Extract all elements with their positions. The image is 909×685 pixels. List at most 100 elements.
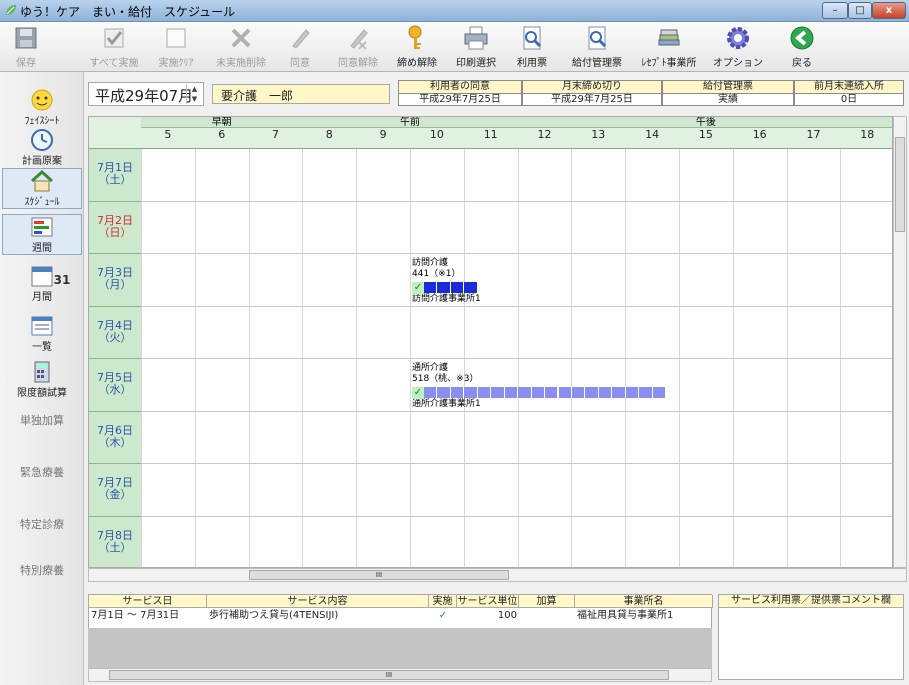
service-block[interactable]: 訪問介護 441（※1） ✓ 訪問介護事業所1	[412, 258, 481, 305]
service-slot	[585, 387, 599, 398]
info-label: 前月末連続入所	[795, 81, 903, 94]
print-select-button[interactable]: 印刷選択	[446, 24, 506, 70]
toolbar-label: 利用票	[517, 58, 547, 69]
table-scroll-thumb[interactable]: III	[109, 670, 669, 680]
day-row-label[interactable]: 7月5日 （水）	[89, 359, 141, 412]
sidebar-item-specific-diag[interactable]: 特定診療	[2, 516, 82, 532]
sidebar-item-label: ﾌｪｲｽｼｰﾄ	[24, 116, 60, 127]
sidebar-item-special-care[interactable]: 特別療養	[2, 562, 82, 578]
save-button[interactable]: 保存	[4, 24, 48, 70]
info-label: 給付管理票	[663, 81, 793, 94]
consent-button[interactable]: 同意	[278, 24, 322, 70]
service-slot	[531, 387, 546, 398]
day-row-label[interactable]: 7月8日 （土）	[89, 516, 141, 567]
schedule-grid[interactable]: 早朝 午前 午後 5 6 7 8 9 10 11 12 13 14 15 16 17 18 7月1日 （土） 7月2…	[88, 116, 893, 568]
list-window-icon	[2, 314, 82, 338]
usage-button[interactable]: 利用票	[508, 24, 556, 70]
sidebar-item-face-sheet[interactable]: ﾌｪｲｽｼｰﾄ	[2, 88, 82, 127]
day-row-label[interactable]: 7月3日 （月）	[89, 254, 141, 307]
service-slot	[450, 387, 465, 398]
sidebar-item-label: ｽｹｼﾞｭｰﾙ	[24, 197, 60, 208]
table-header[interactable]: サービス日	[89, 595, 207, 608]
table-cell-units: 100	[497, 610, 517, 621]
minimize-button[interactable]: –	[822, 2, 848, 19]
service-office: 訪問介護事業所1	[412, 294, 481, 304]
sidebar-item-label: 一覧	[32, 342, 52, 353]
execute-all-button[interactable]: すべて実施	[84, 24, 144, 70]
floppy-icon	[4, 24, 48, 52]
horizontal-scroll-thumb[interactable]: III	[249, 570, 509, 580]
day-row-label[interactable]: 7月2日 （日）	[89, 201, 141, 254]
sidebar-item-label: 単独加算	[20, 414, 64, 427]
hour-header: 15	[679, 128, 733, 149]
close-window-button[interactable]: x	[872, 2, 906, 19]
pen-icon	[278, 24, 322, 52]
table-header[interactable]: 加算	[519, 595, 575, 608]
receipt-office-button[interactable]: ﾚｾﾌﾟﾄ事業所	[634, 24, 704, 70]
back-button[interactable]: 戻る	[782, 24, 822, 70]
service-slot	[504, 387, 519, 398]
comment-input[interactable]	[718, 608, 904, 680]
grid-corner	[89, 117, 141, 149]
service-office: 通所介護事業所1	[412, 399, 481, 409]
table-horizontal-scrollbar[interactable]: III	[88, 668, 712, 682]
sidebar-item-schedule[interactable]: ｽｹｼﾞｭｰﾙ	[2, 168, 82, 209]
magnifier-doc-icon	[508, 24, 556, 52]
key-icon	[394, 24, 440, 52]
hour-header: 11	[463, 128, 518, 149]
table-cell-date: 7月1日 ～ 7月31日	[91, 610, 180, 621]
sidebar-item-label: 緊急療養	[20, 466, 64, 479]
sidebar-item-label: 特定診療	[20, 518, 64, 531]
sidebar-item-single-addition[interactable]: 単独加算	[2, 412, 82, 428]
day-gridline	[141, 410, 892, 412]
service-bar[interactable]: ✓	[412, 282, 481, 294]
day-row-label[interactable]: 7月4日 （火）	[89, 306, 141, 359]
hour-header: 16	[732, 128, 787, 149]
table-header[interactable]: 事業所名	[575, 595, 713, 608]
sidebar-item-plan-draft[interactable]: 計画原案	[2, 128, 82, 167]
sidebar-item-monthly[interactable]: 31 月間	[2, 264, 82, 303]
table-header[interactable]: 実施	[429, 595, 457, 608]
benefit-mgmt-button[interactable]: 給付管理票	[566, 24, 628, 70]
service-slot	[491, 387, 505, 398]
execute-clear-button[interactable]: 実施ｸﾘｱ	[150, 24, 202, 70]
close-cancel-button[interactable]: 締め解除	[394, 24, 440, 70]
hour-header: 13	[571, 128, 626, 149]
horizontal-scrollbar[interactable]: III	[88, 568, 907, 582]
table-header[interactable]: サービス内容	[207, 595, 429, 608]
maximize-button[interactable]: □	[848, 2, 872, 19]
day-row-label[interactable]: 7月6日 （木）	[89, 411, 141, 464]
period-header: 早朝	[141, 117, 303, 128]
delete-unexecuted-button[interactable]: 未実施削除	[208, 24, 274, 70]
books-icon	[634, 24, 704, 52]
consent-cancel-button[interactable]: 同意解除	[330, 24, 386, 70]
sidebar-item-limit-calc[interactable]: 限度額試算	[2, 360, 82, 399]
service-slot	[437, 387, 451, 398]
sidebar-item-emergency[interactable]: 緊急療養	[2, 464, 82, 480]
service-name: 訪問介護	[412, 258, 449, 268]
service-slot	[639, 387, 653, 398]
service-bar[interactable]: ✓	[412, 387, 667, 399]
day-row-label[interactable]: 7月1日 （土）	[89, 149, 141, 202]
day-gridline	[141, 200, 892, 202]
toolbar-label: 未実施削除	[216, 58, 266, 69]
hour-header: 8	[302, 128, 357, 149]
service-slot	[571, 387, 586, 398]
app-leaf-icon	[6, 5, 16, 15]
toolbar-label: 印刷選択	[456, 58, 496, 69]
vertical-scrollbar[interactable]	[893, 116, 907, 568]
service-block[interactable]: 通所介護 518（桃、※3） ✓ 通所介護事業所1	[412, 363, 667, 410]
option-button[interactable]: オプション	[708, 24, 768, 70]
toolbar-label: 戻る	[792, 58, 812, 69]
day-row-label[interactable]: 7月7日 （金）	[89, 464, 141, 517]
month-spinner[interactable]: ▲ ▼	[186, 84, 202, 104]
spin-up-icon[interactable]: ▲	[187, 84, 202, 94]
sidebar-item-weekly[interactable]: 週間	[2, 214, 82, 255]
service-name: 通所介護	[412, 363, 449, 373]
hour-header: 6	[194, 128, 249, 149]
table-cell-executed[interactable]: ✓	[431, 609, 455, 622]
table-header[interactable]: サービス単位	[457, 595, 519, 608]
spin-down-icon[interactable]: ▼	[187, 94, 202, 104]
vertical-scroll-thumb[interactable]	[895, 137, 905, 232]
sidebar-item-list[interactable]: 一覧	[2, 314, 82, 353]
